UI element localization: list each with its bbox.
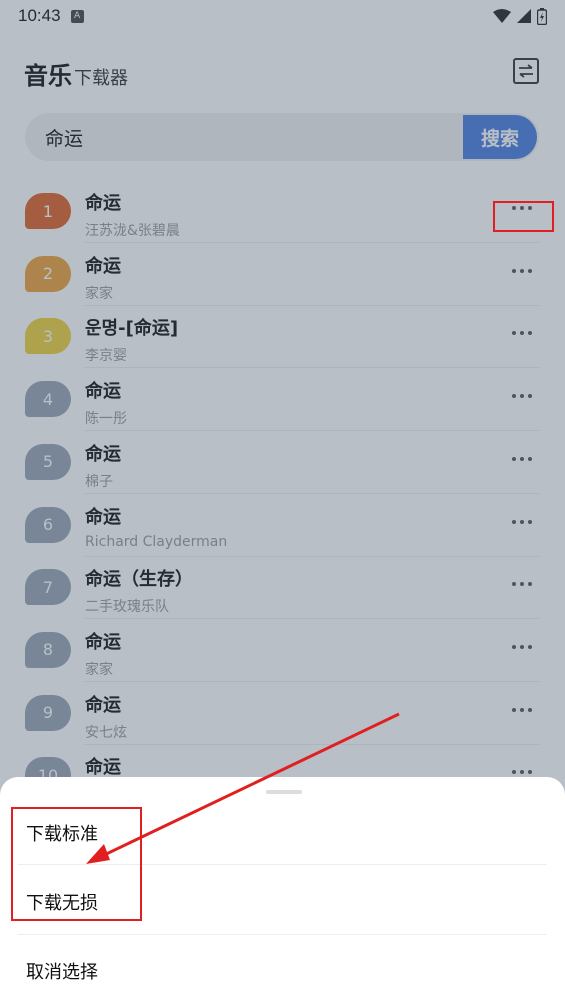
annotation-highlight-more xyxy=(493,201,554,232)
music-downloader-app: 10:43 A 音乐 下载器 搜索 1命运汪苏泷&张碧晨2命运家家3운명-[命运… xyxy=(0,0,565,1004)
sheet-divider xyxy=(18,934,547,935)
sheet-handle[interactable] xyxy=(266,790,302,794)
cancel-selection[interactable]: 取消选择 xyxy=(26,958,98,984)
annotation-highlight-options xyxy=(11,807,142,921)
